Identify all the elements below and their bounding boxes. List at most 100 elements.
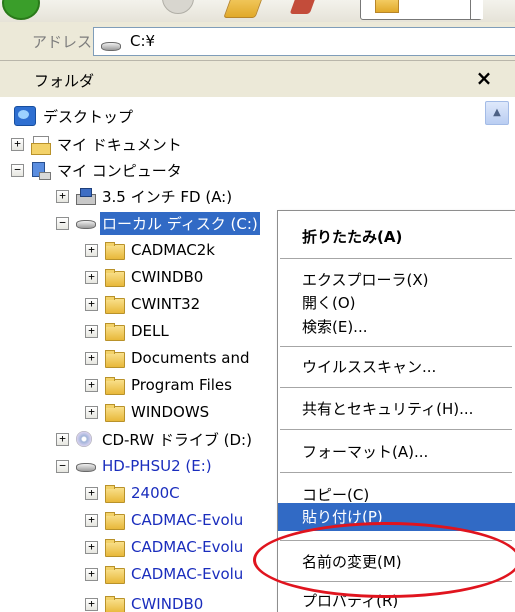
tree-item-label: Documents and <box>131 349 250 367</box>
folder-icon <box>104 268 125 287</box>
highlight-ellipse <box>253 522 515 598</box>
folder-icon <box>104 322 125 341</box>
tree-item-label: HD-PHSU2 (E:) <box>102 457 212 475</box>
expand-icon[interactable]: + <box>56 432 69 446</box>
expand-icon[interactable]: + <box>85 486 98 500</box>
forward-icon[interactable] <box>162 0 194 14</box>
pane-title: フォルダ <box>34 72 95 90</box>
tree-item-label: マイ コンピュータ <box>57 161 182 180</box>
expand-icon[interactable]: + <box>85 297 98 311</box>
menu-item-label: ウイルススキャン... <box>302 358 437 376</box>
folder-icon <box>104 484 125 503</box>
expand-icon[interactable]: + <box>85 540 98 554</box>
menu-item-virus-scan[interactable]: ウイルススキャン... <box>278 353 515 381</box>
expand-icon[interactable]: + <box>85 597 98 611</box>
expand-icon[interactable]: + <box>85 513 98 527</box>
close-icon[interactable]: × <box>470 64 498 92</box>
tree-item-label: CADMAC-Evolu <box>131 538 244 556</box>
collapse-icon[interactable]: − <box>11 163 24 177</box>
tree-item-label: Program Files <box>131 376 232 394</box>
expand-icon[interactable]: + <box>85 243 98 257</box>
folder-icon <box>104 376 125 395</box>
folder-icon <box>104 349 125 368</box>
tree-item-folder[interactable]: + CWINT32 <box>85 291 202 317</box>
menu-item-label: 折りたたみ(A) <box>302 228 403 246</box>
tree-item-label: デスクトップ <box>43 107 134 126</box>
my-computer-icon <box>30 161 51 180</box>
tree-item-cd-drive[interactable]: + CD-RW ドライブ (D:) <box>56 426 254 452</box>
tree-item-folder[interactable]: + CWINDB0 <box>85 591 205 612</box>
tree-item-label: CWINDB0 <box>131 595 204 612</box>
tree-item-folder[interactable]: + Documents and <box>85 345 252 371</box>
tree-item-label: CADMAC2k <box>131 241 215 259</box>
address-bar: アドレス(D) C:¥ <box>0 22 515 61</box>
collapse-icon[interactable]: − <box>56 459 69 473</box>
explorer-window: アドレス(D) C:¥ フォルダ × デスクトップ + マイ ドキュメント − … <box>0 0 515 612</box>
menu-item-search[interactable]: 検索(E)... <box>278 313 515 341</box>
collapse-icon[interactable]: − <box>56 216 69 230</box>
menu-item-label: 共有とセキュリティ(H)... <box>302 400 474 418</box>
up-folder-icon[interactable] <box>223 0 265 18</box>
search-icon[interactable] <box>289 0 319 14</box>
folder-icon <box>104 241 125 260</box>
tree-item-desktop[interactable]: デスクトップ <box>14 103 135 129</box>
tree-item-folder[interactable]: + CADMAC-Evolu <box>85 507 245 533</box>
folder-icon <box>104 565 125 584</box>
menu-item-collapse[interactable]: 折りたたみ(A) <box>278 223 515 251</box>
menu-separator <box>280 387 512 388</box>
tree-item-floppy[interactable]: + 3.5 インチ FD (A:) <box>56 183 234 209</box>
tree-item-my-documents[interactable]: + マイ ドキュメント <box>11 131 184 157</box>
scrollbar-up-arrow[interactable]: ▲ <box>485 101 509 125</box>
menu-item-label: フォーマット(A)... <box>302 443 429 461</box>
toolbar <box>0 0 515 23</box>
menu-separator <box>280 258 512 259</box>
tree-item-folder[interactable]: + Program Files <box>85 372 234 398</box>
expand-icon[interactable]: + <box>11 137 24 151</box>
desktop-icon <box>14 106 36 126</box>
tree-item-label: CADMAC-Evolu <box>131 565 244 583</box>
folder-pane-header: フォルダ × <box>0 61 515 98</box>
address-input[interactable]: C:¥ <box>93 27 515 56</box>
menu-separator <box>280 472 512 473</box>
tree-item-folder[interactable]: + CADMAC-Evolu <box>85 561 245 587</box>
cd-drive-icon <box>75 430 95 448</box>
menu-item-sharing[interactable]: 共有とセキュリティ(H)... <box>278 395 515 423</box>
menu-item-format[interactable]: フォーマット(A)... <box>278 438 515 466</box>
tree-item-label: WINDOWS <box>131 403 210 421</box>
tree-item-folder[interactable]: + DELL <box>85 318 171 344</box>
tree-item-folder[interactable]: + CADMAC2k <box>85 237 217 263</box>
menu-item-label: 検索(E)... <box>302 318 368 336</box>
expand-icon[interactable]: + <box>56 189 69 203</box>
tree-item-label: マイ ドキュメント <box>57 135 182 154</box>
expand-icon[interactable]: + <box>85 351 98 365</box>
expand-icon[interactable]: + <box>85 378 98 392</box>
tree-item-label: DELL <box>131 322 169 340</box>
folder-icon <box>104 511 125 530</box>
hard-disk-icon <box>75 457 96 475</box>
tree-item-label: CD-RW ドライブ (D:) <box>102 430 252 449</box>
tree-item-folder[interactable]: + CWINDB0 <box>85 264 205 290</box>
tree-item-folder[interactable]: + CADMAC-Evolu <box>85 534 245 560</box>
expand-icon[interactable]: + <box>85 405 98 419</box>
tree-item-my-computer[interactable]: − マイ コンピュータ <box>11 157 184 183</box>
tree-item-label: CWINT32 <box>131 295 201 313</box>
tree-item-hd-phsu2[interactable]: − HD-PHSU2 (E:) <box>56 453 214 479</box>
expand-icon[interactable]: + <box>85 324 98 338</box>
tree-item-folder[interactable]: + 2400C <box>85 480 182 506</box>
tree-item-local-disk-c[interactable]: − ローカル ディスク (C:) <box>56 210 261 236</box>
address-value: C:¥ <box>130 32 156 50</box>
expand-icon[interactable]: + <box>85 567 98 581</box>
folders-view-icon[interactable] <box>360 0 483 20</box>
tree-item-label: ローカル ディスク (C:) <box>99 210 261 236</box>
folder-icon <box>104 295 125 314</box>
tree-item-folder[interactable]: + WINDOWS <box>85 399 211 425</box>
expand-icon[interactable]: + <box>85 270 98 284</box>
tree-item-label: 2400C <box>131 484 180 502</box>
hard-disk-icon <box>75 214 96 232</box>
tree-item-label: 3.5 インチ FD (A:) <box>102 187 233 206</box>
menu-separator <box>280 346 512 347</box>
hard-disk-icon <box>100 36 126 51</box>
back-icon[interactable] <box>2 0 40 20</box>
my-documents-icon <box>30 135 51 155</box>
folder-icon <box>104 403 125 422</box>
